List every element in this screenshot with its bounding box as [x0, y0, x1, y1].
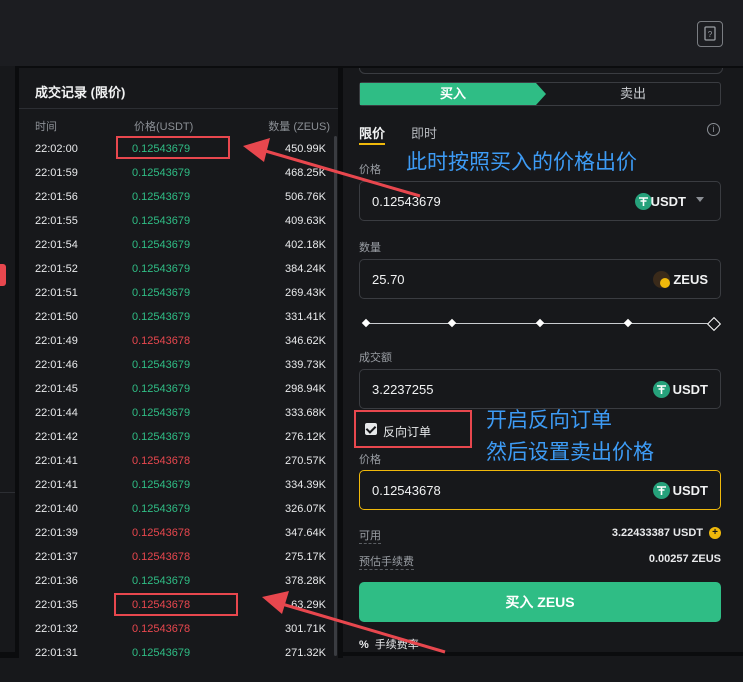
arrow-head-lower [262, 591, 289, 614]
annotation-reverse-line2: 然后设置卖出价格 [486, 441, 654, 464]
arrow-head-upper [243, 138, 270, 162]
arrow-line-lower [281, 602, 446, 654]
annotation-arrows [243, 138, 446, 654]
annotation-reverse-line1: 开启反向订单 [486, 409, 612, 432]
annotation-buy-price: 此时按照买入的价格出价 [406, 151, 637, 174]
arrow-line-upper [261, 148, 421, 198]
